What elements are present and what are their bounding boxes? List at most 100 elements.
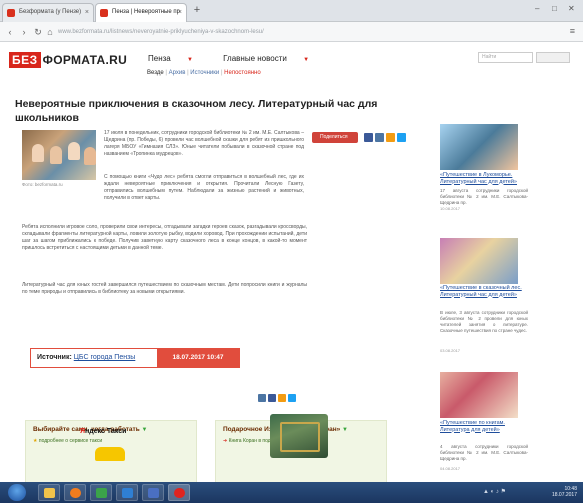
opera-icon: [174, 488, 185, 498]
taskbar-app[interactable]: [90, 484, 112, 501]
favicon-icon: [7, 9, 15, 17]
minimize-icon[interactable]: –: [535, 4, 539, 13]
article-paragraph: С помощью книги «Чудо лес» ребята смогли…: [104, 174, 304, 201]
browser-tab-2[interactable]: Пенза | Невероятные пр ×: [95, 3, 187, 22]
search-button[interactable]: [536, 52, 570, 63]
chevron-down-icon: ▼: [342, 427, 348, 433]
taxi-car-image: [95, 447, 125, 461]
nav-label: Пенза: [148, 54, 171, 63]
vk-icon[interactable]: [258, 394, 266, 402]
back-icon[interactable]: ‹: [4, 25, 16, 39]
taskbar-opera[interactable]: [168, 484, 190, 501]
browser-tab-bar: Безформата (у Пензе) × Пенза | Невероятн…: [0, 0, 583, 22]
app-icon: [96, 488, 107, 498]
nav-item-main-news[interactable]: Главные новости ▼: [223, 54, 323, 63]
browser-tab-1[interactable]: Безформата (у Пензе) ×: [2, 3, 94, 22]
source-link[interactable]: ЦБС города Пензы: [74, 354, 136, 361]
new-tab-button[interactable]: +: [190, 4, 204, 18]
search-input[interactable]: Найти: [478, 52, 533, 63]
article-paragraph: Литературный час для юных гостей заверши…: [22, 282, 307, 295]
sidebar-news-date: 04.08.2017: [440, 466, 461, 471]
sidebar-news-image[interactable]: [440, 124, 518, 170]
sidebar-news-date: 10.08.2017: [440, 206, 461, 211]
web-page: БЕЗ ФОРМАТА.RU Пенза ▼ Главные новости ▼…: [0, 42, 583, 482]
source-prefix: Источник:: [37, 354, 72, 361]
tab-title: Пенза | Невероятные пр: [112, 9, 180, 15]
sub-nav: Везде | Архив | Источники | Непостоянно: [147, 70, 261, 76]
twitter-icon[interactable]: [288, 394, 296, 402]
media-player-icon: [70, 488, 81, 498]
taskbar-media[interactable]: [64, 484, 86, 501]
source-label: Источник: ЦБС города Пензы: [37, 354, 135, 361]
publish-date: 18.07.2017 10:47: [157, 348, 239, 368]
koran-book-image: [270, 414, 328, 458]
article-paragraph: Ребята исполнили игровое соло, проверили…: [22, 224, 307, 251]
share-bar: Поделиться: [312, 132, 417, 143]
twitter-icon[interactable]: [397, 133, 406, 142]
nav-item-city[interactable]: Пенза ▼: [148, 54, 207, 63]
vk-icon[interactable]: [375, 133, 384, 142]
yandex-taxi-logo: Яндекс Такси: [80, 428, 126, 435]
logo-rest: ндекс Такси: [85, 428, 127, 435]
chevron-down-icon: ▼: [186, 57, 193, 63]
facebook-icon[interactable]: [268, 394, 276, 402]
start-button[interactable]: [8, 484, 26, 501]
subnav-item-all[interactable]: Везде: [147, 70, 164, 76]
maximize-icon[interactable]: □: [552, 4, 557, 13]
star-icon: ★: [33, 438, 38, 444]
tray-icons[interactable]: ▲ ◐ ♪ ⚑: [483, 488, 506, 495]
subnav-item-sources[interactable]: Источники: [190, 70, 219, 76]
app-icon: [148, 488, 159, 498]
close-tab-icon[interactable]: ×: [85, 4, 89, 21]
share-icons-bottom: [258, 394, 296, 402]
sidebar-news-image[interactable]: [440, 372, 518, 418]
arrow-icon: ➜: [223, 438, 228, 444]
subnav-item-archive[interactable]: Архив: [169, 70, 186, 76]
taskbar-explorer[interactable]: [38, 484, 60, 501]
sidebar-news-title[interactable]: «Путешествие в сказочный лес. Литературн…: [440, 285, 528, 298]
odnoklassniki-icon[interactable]: [386, 133, 395, 142]
sidebar-news-text: 4 августа сотрудники городской библиотек…: [440, 444, 528, 461]
taskbar: ▲ ◐ ♪ ⚑ 10:48 18.07.2017: [0, 482, 583, 503]
logo-text: ФОРМАТА.RU: [42, 53, 128, 67]
facebook-icon[interactable]: [364, 133, 373, 142]
home-icon[interactable]: ⌂: [44, 25, 56, 39]
forward-icon[interactable]: ›: [18, 25, 30, 39]
tab-title: Безформата (у Пензе): [19, 9, 82, 15]
sidebar-news-title[interactable]: «Путешествие по книгам. Литература для д…: [440, 420, 528, 433]
clock[interactable]: 10:48 18.07.2017: [552, 486, 577, 498]
browser-menu-icon[interactable]: ≡: [570, 26, 575, 36]
odnoklassniki-icon[interactable]: [278, 394, 286, 402]
nav-label: Главные новости: [223, 54, 287, 63]
sidebar-news-title[interactable]: «Путешествие в Лукоморье. Литературный ч…: [440, 172, 528, 185]
top-nav: Пенза ▼ Главные новости ▼: [148, 54, 337, 63]
clock-date: 18.07.2017: [551, 492, 577, 498]
app-icon: [122, 488, 133, 498]
taskbar-app[interactable]: [142, 484, 164, 501]
taskbar-app[interactable]: [116, 484, 138, 501]
ad-subtitle: ★ подробнее о сервисе такси: [33, 438, 102, 444]
chevron-down-icon: ▼: [141, 427, 148, 433]
article-title: Невероятные приключения в сказочном лесу…: [15, 98, 378, 124]
sidebar-news-text: В июле, 3 августа сотрудники городской б…: [440, 310, 528, 333]
folder-icon: [44, 488, 55, 498]
sidebar-news-image[interactable]: [440, 238, 518, 284]
address-bar: ‹ › ↻ ⌂ www.bezformata.ru/listnews/never…: [0, 22, 583, 42]
ad-subtitle-text: подробнее о сервисе такси: [38, 438, 103, 444]
url-field[interactable]: www.bezformata.ru/listnews/neveroyatnie-…: [58, 25, 528, 39]
favicon-icon: [100, 9, 108, 17]
close-window-icon[interactable]: ✕: [568, 4, 575, 13]
share-button[interactable]: Поделиться: [312, 132, 358, 143]
site-logo[interactable]: БЕЗ ФОРМАТА.RU: [9, 52, 127, 68]
article-paragraph: 17 июля в понедельник, сотрудники городс…: [104, 130, 304, 157]
close-tab-icon[interactable]: ×: [178, 4, 182, 21]
source-box: Источник: ЦБС города Пензы 18.07.2017 10…: [30, 348, 240, 368]
article-photo[interactable]: [22, 130, 96, 180]
logo-prefix: БЕЗ: [9, 52, 41, 68]
subnav-item-other[interactable]: Непостоянно: [224, 70, 261, 76]
photo-caption: Фото: bezformata.ru: [22, 182, 63, 187]
chevron-down-icon: ▼: [303, 57, 310, 63]
reload-icon[interactable]: ↻: [32, 25, 44, 39]
sidebar-news-text: 17 августа сотрудники городской библиоте…: [440, 188, 528, 205]
sidebar-news-date: 03.08.2017: [440, 348, 461, 353]
